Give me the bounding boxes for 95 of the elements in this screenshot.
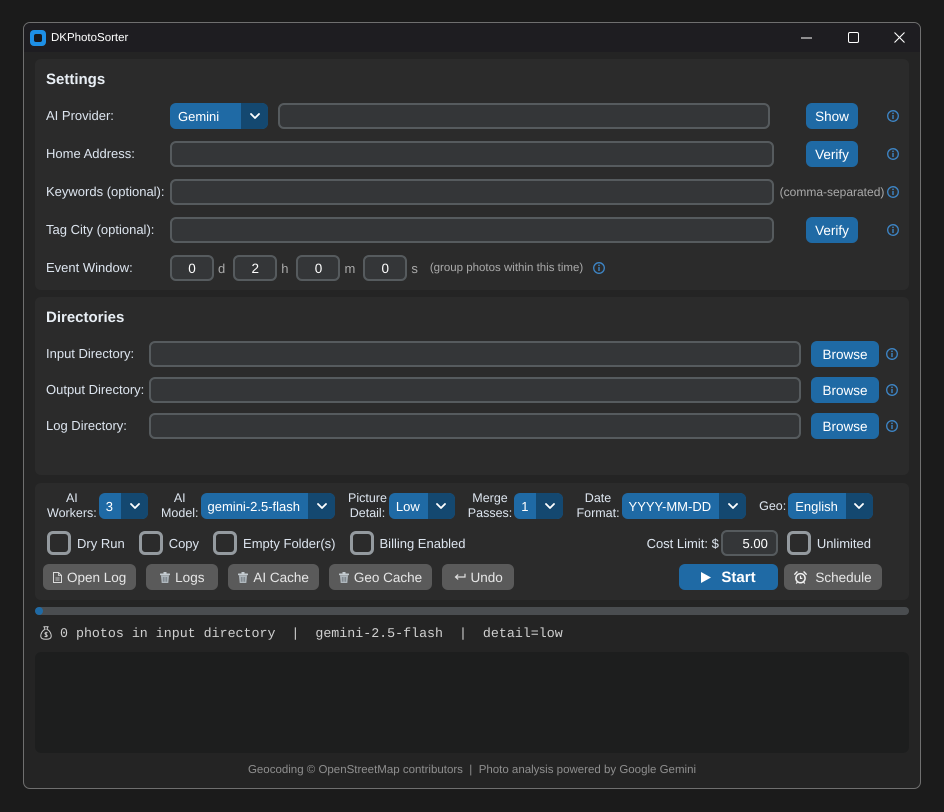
verify-button[interactable]: Verify xyxy=(806,141,858,167)
checkbox-label: Dry Run xyxy=(77,536,125,550)
info-icon[interactable] xyxy=(887,186,899,198)
field-label: Log Directory: xyxy=(46,418,127,433)
verify-button[interactable]: Verify xyxy=(806,217,858,243)
status-text: 0 photos in input directory | gemini-2.5-flash | detail=low xyxy=(60,626,563,640)
info-icon[interactable] xyxy=(886,420,898,432)
alarm-clock-icon xyxy=(794,570,808,584)
unit-label: s xyxy=(411,260,418,276)
checkbox-label: Empty Folder(s) xyxy=(243,536,336,550)
checkbox[interactable] xyxy=(786,531,811,555)
clear-button[interactable]: Geo Cache xyxy=(328,564,432,590)
field-label: Cost Limit: $ xyxy=(646,536,719,550)
dropdown[interactable]: YYYY-MM-DD xyxy=(622,493,746,519)
input-field[interactable] xyxy=(170,217,774,243)
input-field[interactable] xyxy=(278,103,770,129)
trash-icon xyxy=(238,572,248,582)
info-icon[interactable] xyxy=(887,110,899,122)
input-field[interactable] xyxy=(149,341,801,367)
info-icon[interactable] xyxy=(887,224,899,236)
dropdown[interactable]: gemini-2.5-flash xyxy=(200,493,336,519)
close-icon[interactable] xyxy=(894,32,905,43)
schedule-button[interactable]: Schedule xyxy=(784,564,882,590)
field-label: Tag City (optional): xyxy=(46,222,154,237)
info-icon[interactable] xyxy=(593,262,606,274)
chevron-down-icon xyxy=(854,503,864,509)
browse-button[interactable]: Browse xyxy=(811,341,879,367)
checkbox-label: Copy xyxy=(168,536,200,550)
chevron-down-icon xyxy=(436,503,446,509)
undo-button[interactable]: Undo xyxy=(442,564,514,590)
number-field[interactable]: 0 xyxy=(170,255,214,281)
checkbox[interactable] xyxy=(138,531,163,555)
hint-text: (group photos within this time) xyxy=(430,262,584,274)
trash-icon xyxy=(160,572,170,582)
number-field[interactable]: 0 xyxy=(363,255,408,281)
field-label: Home Address: xyxy=(46,146,135,161)
chevron-down-icon xyxy=(130,503,140,509)
dropdown[interactable]: Gemini xyxy=(170,103,268,129)
checkbox[interactable] xyxy=(350,531,374,555)
checkbox-label: Unlimited xyxy=(816,536,871,550)
info-icon[interactable] xyxy=(886,348,898,360)
chevron-down-icon xyxy=(728,503,738,509)
field-label: Input Directory: xyxy=(46,346,134,361)
checkbox[interactable] xyxy=(213,531,238,555)
dropdown[interactable]: 1 xyxy=(514,493,564,519)
browse-button[interactable]: Browse xyxy=(811,377,879,403)
unit-label: h xyxy=(281,260,288,276)
clear-button[interactable]: Logs xyxy=(146,564,218,590)
input-field[interactable] xyxy=(149,377,801,403)
chevron-down-icon xyxy=(250,113,260,119)
app-icon xyxy=(30,30,46,46)
field-label: Keywords (optional): xyxy=(46,184,164,199)
window-title: DKPhotoSorter xyxy=(51,32,128,44)
section-title: Settings xyxy=(46,70,106,90)
show-button[interactable]: Show xyxy=(806,103,858,129)
input-field[interactable] xyxy=(149,413,801,439)
dropdown-label: Geo: xyxy=(759,498,786,514)
return-arrow-icon xyxy=(454,573,466,581)
money-bag-icon xyxy=(40,626,52,640)
dropdown-label: AI Workers: xyxy=(47,491,97,521)
info-icon[interactable] xyxy=(886,384,898,396)
field-label: Output Directory: xyxy=(46,382,144,397)
info-icon[interactable] xyxy=(887,148,899,160)
checkbox-label: Billing Enabled xyxy=(380,536,466,550)
browse-button[interactable]: Browse xyxy=(811,413,879,439)
dropdown-label: Picture Detail: xyxy=(348,491,387,521)
checkbox[interactable] xyxy=(47,531,71,555)
unit-label: d xyxy=(218,260,226,276)
document-icon xyxy=(53,572,62,582)
dropdown-label: Date Format: xyxy=(576,491,620,521)
play-icon xyxy=(701,572,712,582)
chevron-down-icon xyxy=(316,503,327,509)
hint-text: (comma-separated) xyxy=(780,185,884,199)
dropdown-label: AI Model: xyxy=(161,491,199,521)
unit-label: m xyxy=(344,260,356,276)
dropdown[interactable]: Low xyxy=(388,493,455,519)
input-field[interactable] xyxy=(170,179,774,205)
number-field[interactable]: 2 xyxy=(233,255,278,281)
dropdown[interactable]: 3 xyxy=(98,493,148,519)
maximize-icon[interactable] xyxy=(848,32,859,43)
cost-limit-field[interactable]: 5.00 xyxy=(720,530,778,556)
clear-button[interactable]: AI Cache xyxy=(228,564,319,590)
footer-text: Geocoding © OpenStreetMap contributors | Photo analysis powered by Google Gemini xyxy=(248,763,696,778)
dropdown[interactable]: English xyxy=(788,493,873,519)
start-button[interactable]: Start xyxy=(679,564,778,590)
dropdown-label: Merge Passes: xyxy=(468,491,512,521)
number-field[interactable]: 0 xyxy=(296,255,340,281)
trash-icon xyxy=(338,572,349,582)
open-log-button[interactable]: Open Log xyxy=(43,564,136,590)
minimize-icon[interactable] xyxy=(801,36,812,38)
input-field[interactable] xyxy=(170,141,774,167)
field-label: AI Provider: xyxy=(46,108,114,123)
field-label: Event Window: xyxy=(46,260,133,275)
chevron-down-icon xyxy=(544,503,555,509)
section-title: Directories xyxy=(46,308,124,328)
